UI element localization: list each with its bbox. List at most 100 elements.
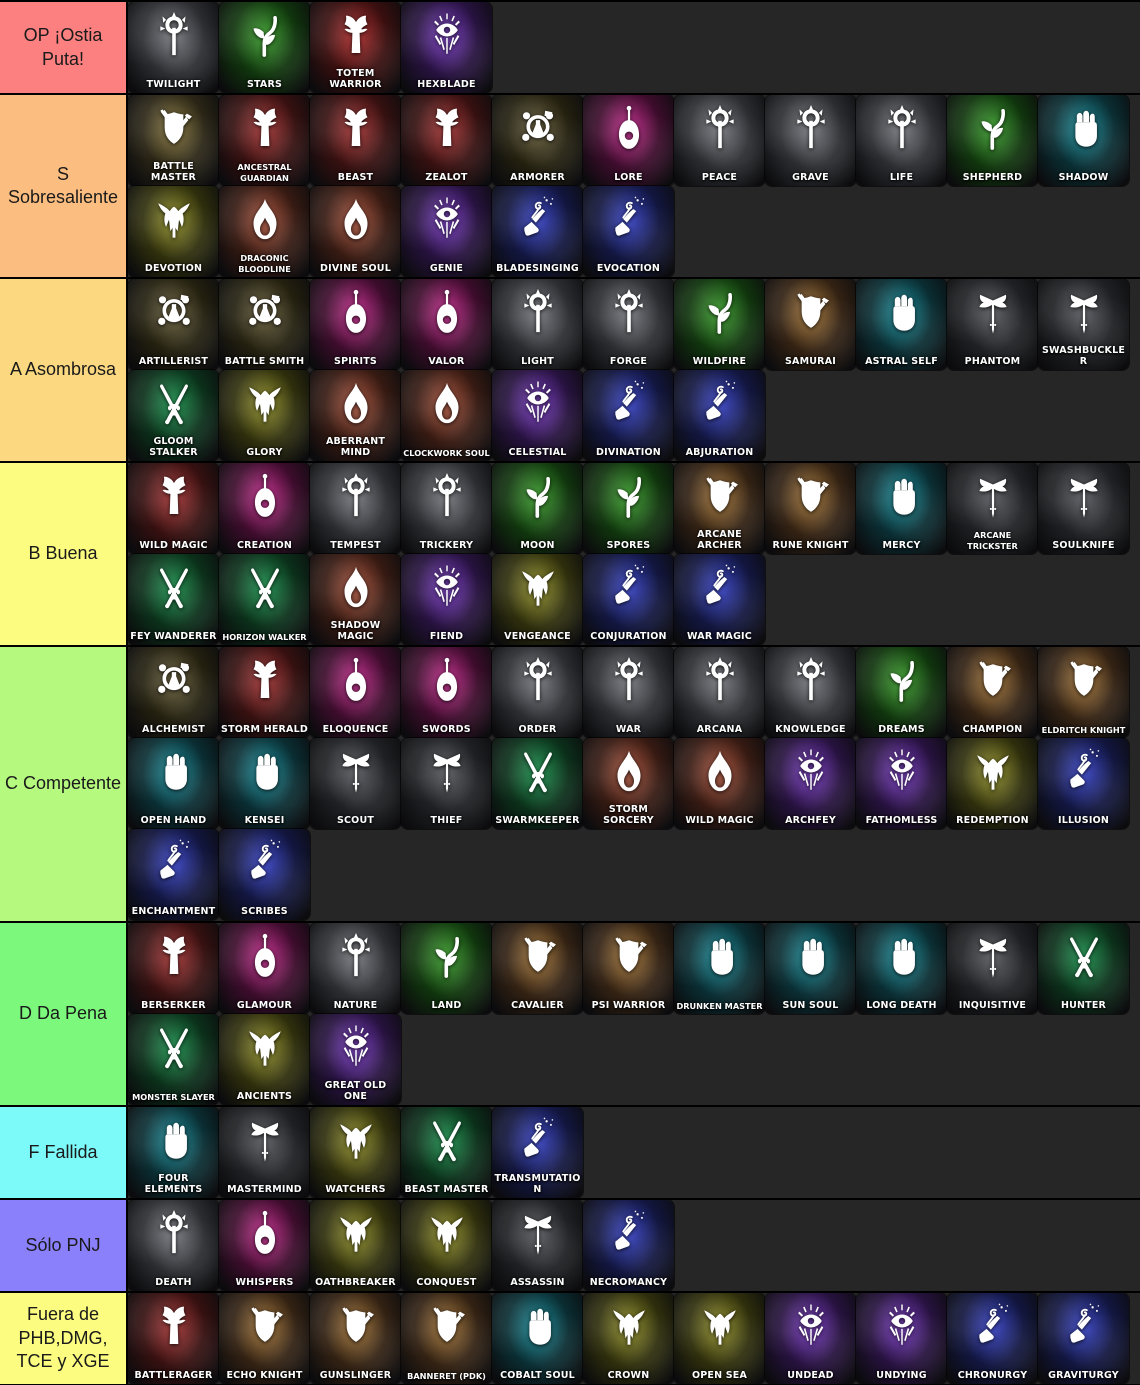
tier-item[interactable]: Phantom bbox=[947, 279, 1038, 370]
tier-item[interactable]: Four Elements bbox=[128, 1107, 219, 1198]
tier-item[interactable]: Beast bbox=[310, 95, 401, 186]
tier-item[interactable]: Crown bbox=[583, 1293, 674, 1384]
tier-item[interactable]: Scribes bbox=[219, 829, 310, 920]
tier-item[interactable]: Light bbox=[492, 279, 583, 370]
tier-item[interactable]: Open Sea bbox=[674, 1293, 765, 1384]
tier-label[interactable]: A Asombrosa bbox=[0, 279, 128, 461]
tier-item[interactable]: Zealot bbox=[401, 95, 492, 186]
tier-item[interactable]: Whispers bbox=[219, 1200, 310, 1291]
tier-item[interactable]: Draconic Bloodline bbox=[219, 186, 310, 277]
tier-item[interactable]: Moon bbox=[492, 463, 583, 554]
tier-item[interactable]: Sun Soul bbox=[765, 923, 856, 1014]
tier-item[interactable]: Battle Master bbox=[128, 95, 219, 186]
tier-item[interactable]: Genie bbox=[401, 186, 492, 277]
tier-item[interactable]: Devotion bbox=[128, 186, 219, 277]
tier-item[interactable]: Shadow Magic bbox=[310, 554, 401, 645]
tier-item[interactable]: Great Old One bbox=[310, 1014, 401, 1105]
tier-item[interactable]: Transmutation bbox=[492, 1107, 583, 1198]
tier-item[interactable]: Twilight bbox=[128, 2, 219, 93]
tier-item[interactable]: Mastermind bbox=[219, 1107, 310, 1198]
tier-item[interactable]: Arcane Trickster bbox=[947, 463, 1038, 554]
tier-label[interactable]: B Buena bbox=[0, 463, 128, 645]
tier-item[interactable]: Swashbuckler bbox=[1038, 279, 1129, 370]
tier-item[interactable]: Wild Magic bbox=[674, 738, 765, 829]
tier-item[interactable]: Battle Smith bbox=[219, 279, 310, 370]
tier-item[interactable]: Arcane Archer bbox=[674, 463, 765, 554]
tier-item[interactable]: Bladesinging bbox=[492, 186, 583, 277]
tier-item[interactable]: Ancients bbox=[219, 1014, 310, 1105]
tier-item[interactable]: Alchemist bbox=[128, 647, 219, 738]
tier-item[interactable]: Trickery bbox=[401, 463, 492, 554]
tier-item[interactable]: Forge bbox=[583, 279, 674, 370]
tier-item[interactable]: Samurai bbox=[765, 279, 856, 370]
tier-item[interactable]: Life bbox=[856, 95, 947, 186]
tier-item[interactable]: Hunter bbox=[1038, 923, 1129, 1014]
tier-item[interactable]: Swords bbox=[401, 647, 492, 738]
tier-item[interactable]: War bbox=[583, 647, 674, 738]
tier-item[interactable]: Watchers bbox=[310, 1107, 401, 1198]
tier-item[interactable]: Rune Knight bbox=[765, 463, 856, 554]
tier-item[interactable]: Graviturgy bbox=[1038, 1293, 1129, 1384]
tier-item[interactable]: Soulknife bbox=[1038, 463, 1129, 554]
tier-item[interactable]: Redemption bbox=[947, 738, 1038, 829]
tier-item[interactable]: Nature bbox=[310, 923, 401, 1014]
tier-item[interactable]: Spores bbox=[583, 463, 674, 554]
tier-item[interactable]: Shepherd bbox=[947, 95, 1038, 186]
tier-item[interactable]: Oathbreaker bbox=[310, 1200, 401, 1291]
tier-item[interactable]: Drunken Master bbox=[674, 923, 765, 1014]
tier-item[interactable]: Wild Magic bbox=[128, 463, 219, 554]
tier-item[interactable]: Scout bbox=[310, 738, 401, 829]
tier-item[interactable]: War Magic bbox=[674, 554, 765, 645]
tier-label[interactable]: Fuera de PHB,DMG, TCE y XGE bbox=[0, 1293, 128, 1384]
tier-item[interactable]: Fathomless bbox=[856, 738, 947, 829]
tier-label[interactable]: Sólo PNJ bbox=[0, 1200, 128, 1291]
tier-item[interactable]: Totem Warrior bbox=[310, 2, 401, 93]
tier-item[interactable]: Celestial bbox=[492, 370, 583, 461]
tier-item[interactable]: Fey Wanderer bbox=[128, 554, 219, 645]
tier-item[interactable]: Land bbox=[401, 923, 492, 1014]
tier-item[interactable]: Shadow bbox=[1038, 95, 1129, 186]
tier-item[interactable]: Aberrant Mind bbox=[310, 370, 401, 461]
tier-item[interactable]: Spirits bbox=[310, 279, 401, 370]
tier-item[interactable]: Thief bbox=[401, 738, 492, 829]
tier-item[interactable]: Gloom Stalker bbox=[128, 370, 219, 461]
tier-item[interactable]: Divination bbox=[583, 370, 674, 461]
tier-item[interactable]: Open Hand bbox=[128, 738, 219, 829]
tier-item[interactable]: Stars bbox=[219, 2, 310, 93]
tier-item[interactable]: Enchantment bbox=[128, 829, 219, 920]
tier-item[interactable]: Arcana bbox=[674, 647, 765, 738]
tier-item[interactable]: Conjuration bbox=[583, 554, 674, 645]
tier-item[interactable]: Armorer bbox=[492, 95, 583, 186]
tier-item[interactable]: Inquisitive bbox=[947, 923, 1038, 1014]
tier-item[interactable]: Grave bbox=[765, 95, 856, 186]
tier-item[interactable]: Swarmkeeper bbox=[492, 738, 583, 829]
tier-item[interactable]: Cobalt Soul bbox=[492, 1293, 583, 1384]
tier-item[interactable]: Peace bbox=[674, 95, 765, 186]
tier-item[interactable]: Astral Self bbox=[856, 279, 947, 370]
tier-item[interactable]: Abjuration bbox=[674, 370, 765, 461]
tier-item[interactable]: Glamour bbox=[219, 923, 310, 1014]
tier-item[interactable]: Divine Soul bbox=[310, 186, 401, 277]
tier-item[interactable]: Conquest bbox=[401, 1200, 492, 1291]
tier-item[interactable]: Tempest bbox=[310, 463, 401, 554]
tier-item[interactable]: Clockwork Soul bbox=[401, 370, 492, 461]
tier-label[interactable]: C Competente bbox=[0, 647, 128, 921]
tier-item[interactable]: Necromancy bbox=[583, 1200, 674, 1291]
tier-item[interactable]: Kensei bbox=[219, 738, 310, 829]
tier-item[interactable]: Ancestral Guardian bbox=[219, 95, 310, 186]
tier-item[interactable]: Artillerist bbox=[128, 279, 219, 370]
tier-item[interactable]: Undying bbox=[856, 1293, 947, 1384]
tier-item[interactable]: Eldritch Knight bbox=[1038, 647, 1129, 738]
tier-item[interactable]: Knowledge bbox=[765, 647, 856, 738]
tier-item[interactable]: Beast Master bbox=[401, 1107, 492, 1198]
tier-item[interactable]: Echo Knight bbox=[219, 1293, 310, 1384]
tier-item[interactable]: Valor bbox=[401, 279, 492, 370]
tier-item[interactable]: Wildfire bbox=[674, 279, 765, 370]
tier-item[interactable]: Berserker bbox=[128, 923, 219, 1014]
tier-item[interactable]: Hexblade bbox=[401, 2, 492, 93]
tier-item[interactable]: Horizon Walker bbox=[219, 554, 310, 645]
tier-item[interactable]: Glory bbox=[219, 370, 310, 461]
tier-item[interactable]: Psi Warrior bbox=[583, 923, 674, 1014]
tier-item[interactable]: Banneret (PDK) bbox=[401, 1293, 492, 1384]
tier-item[interactable]: Order bbox=[492, 647, 583, 738]
